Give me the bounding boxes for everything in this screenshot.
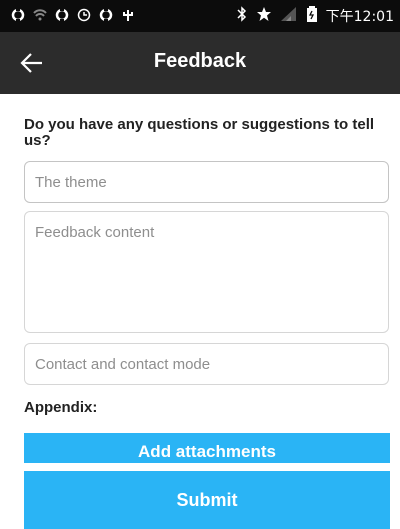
status-left-icons <box>10 7 136 23</box>
signal-icon <box>280 6 298 26</box>
add-attachments-button[interactable]: Add attachments <box>24 433 390 463</box>
appendix-label: Appendix: <box>24 399 98 416</box>
sync-icon <box>54 7 70 23</box>
usb-icon <box>120 7 136 23</box>
star-icon <box>256 6 272 26</box>
feedback-content-input[interactable] <box>24 211 389 333</box>
bluetooth-icon <box>236 6 248 26</box>
sync-icon <box>10 7 26 23</box>
battery-icon <box>306 6 318 26</box>
feedback-question: Do you have any questions or suggestions… <box>24 116 375 149</box>
sync-icon <box>98 7 114 23</box>
contact-input[interactable] <box>24 343 389 385</box>
status-time: 下午12:01 <box>325 9 394 25</box>
theme-input[interactable] <box>24 161 389 203</box>
status-bar: 下午12:01 <box>0 0 400 32</box>
submit-button[interactable]: Submit <box>24 471 390 529</box>
clock-icon <box>76 7 92 23</box>
page-title: Feedback <box>153 50 247 72</box>
status-right-icons: 下午12:01 <box>236 6 394 26</box>
app-header: Feedback <box>0 32 400 94</box>
wifi-icon <box>32 7 48 23</box>
